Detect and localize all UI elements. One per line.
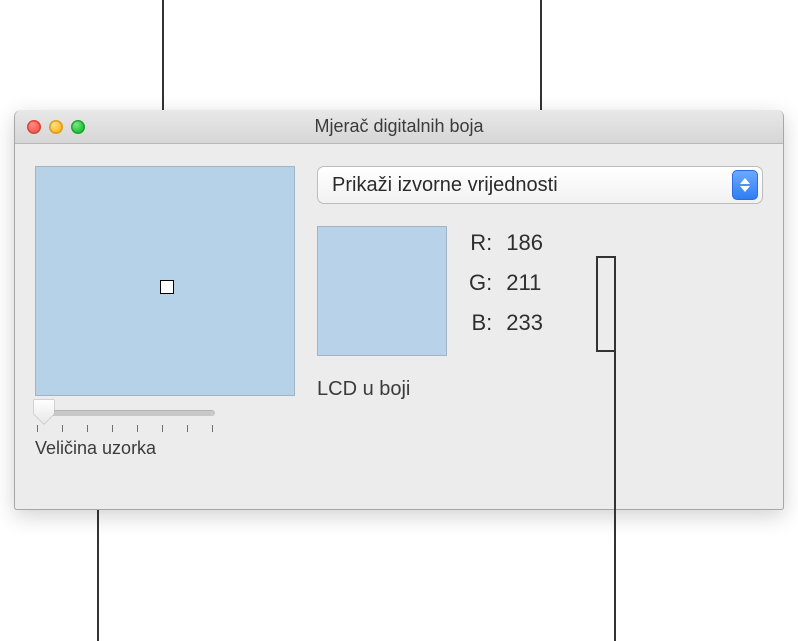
g-label: G: xyxy=(469,270,492,296)
app-window: Mjerač digitalnih boja xyxy=(14,110,784,510)
right-column: Prikaži izvorne vrijednosti R: 186 G: 21… xyxy=(317,166,763,493)
b-label: B: xyxy=(469,310,492,336)
popup-stepper-icon[interactable] xyxy=(732,170,758,200)
window-content: Veličina uzorka Prikaži izvorne vrijedno… xyxy=(15,144,783,509)
color-swatch xyxy=(317,226,447,356)
window-title: Mjerač digitalnih boja xyxy=(15,116,783,137)
callout-line-rgb-top xyxy=(596,256,616,258)
left-column: Veličina uzorka xyxy=(35,166,295,493)
titlebar: Mjerač digitalnih boja xyxy=(15,110,783,144)
chevron-up-icon xyxy=(740,178,750,184)
aperture-size-slider[interactable]: Veličina uzorka xyxy=(35,410,215,459)
b-value: 233 xyxy=(506,310,552,336)
minimize-button[interactable] xyxy=(49,120,63,134)
aperture-preview xyxy=(35,166,295,396)
callout-line-rgb-bot xyxy=(596,350,616,352)
r-label: R: xyxy=(469,230,492,256)
aperture-size-label: Veličina uzorka xyxy=(35,438,215,459)
callout-line-rgb xyxy=(614,256,616,641)
chevron-down-icon xyxy=(740,186,750,192)
g-value: 211 xyxy=(506,270,552,296)
close-button[interactable] xyxy=(27,120,41,134)
display-profile-label: LCD u boji xyxy=(317,378,763,401)
callout-line-rgb-vert xyxy=(596,256,598,352)
slider-ticks xyxy=(35,425,215,432)
rgb-values: R: 186 G: 211 B: 233 xyxy=(469,230,552,336)
color-readout-row: R: 186 G: 211 B: 233 xyxy=(317,226,763,356)
display-mode-value: Prikaži izvorne vrijednosti xyxy=(332,174,558,197)
zoom-button[interactable] xyxy=(71,120,85,134)
aperture-cursor-icon xyxy=(160,280,174,294)
r-value: 186 xyxy=(506,230,552,256)
display-mode-select[interactable]: Prikaži izvorne vrijednosti xyxy=(317,166,763,204)
slider-track[interactable] xyxy=(35,410,215,416)
traffic-lights xyxy=(15,120,85,134)
slider-knob-icon[interactable] xyxy=(33,399,55,425)
